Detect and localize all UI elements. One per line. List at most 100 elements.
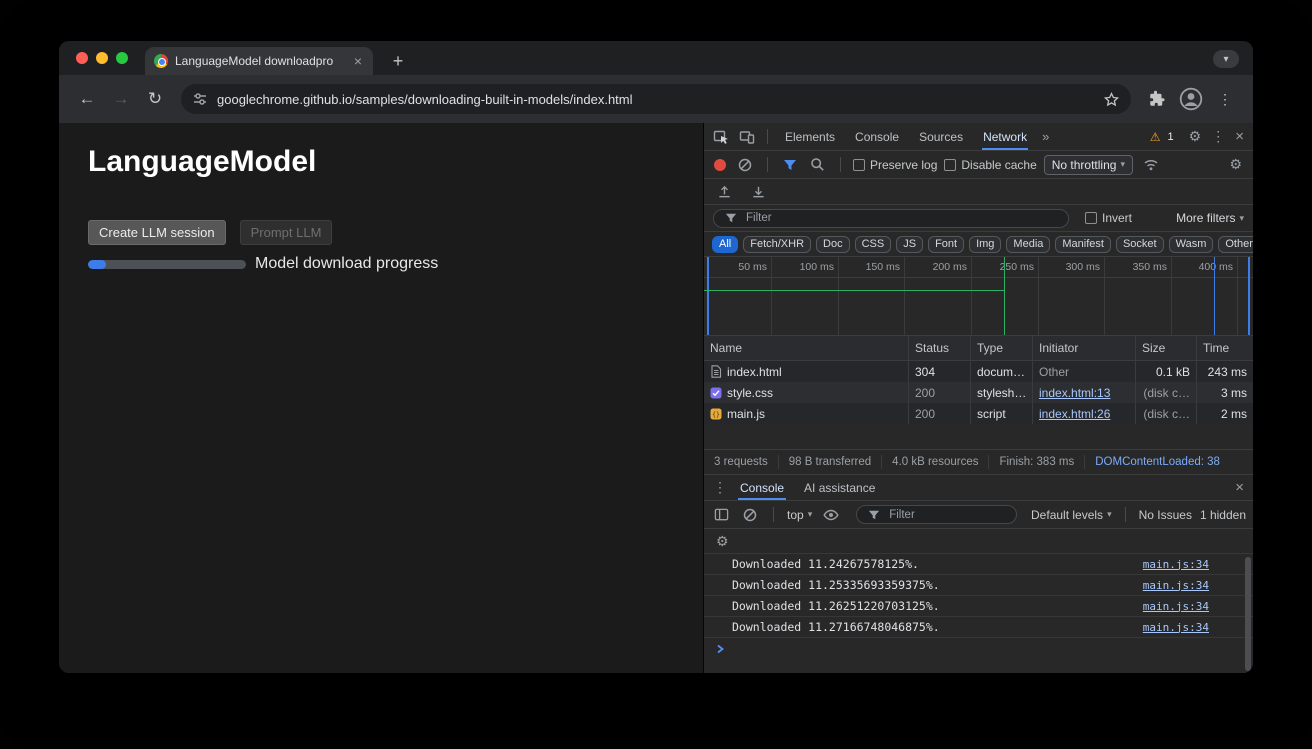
search-icon[interactable] <box>807 157 828 172</box>
devtools-menu-icon[interactable]: ⋮ <box>1208 128 1228 145</box>
devtools-tabbar: Elements Console Sources Network » ⚠ 1 ⚙… <box>704 123 1253 151</box>
column-initiator[interactable]: Initiator <box>1033 336 1136 360</box>
chip-wasm[interactable]: Wasm <box>1169 236 1214 253</box>
invert-checkbox[interactable]: Invert <box>1085 211 1132 225</box>
prompt-llm-button[interactable]: Prompt LLM <box>240 220 333 245</box>
console-source-link[interactable]: main.js:34 <box>1143 579 1209 592</box>
request-type-cell: stylesh… <box>971 382 1033 403</box>
more-tabs-icon[interactable]: » <box>1039 129 1052 144</box>
console-filter-input[interactable] <box>889 509 1008 521</box>
chip-socket[interactable]: Socket <box>1116 236 1164 253</box>
chip-fetch-xhr[interactable]: Fetch/XHR <box>743 236 811 253</box>
log-levels-select[interactable]: Default levels ▾ <box>1031 508 1112 522</box>
drawer-menu-icon[interactable]: ⋮ <box>710 479 730 496</box>
column-status[interactable]: Status <box>909 336 971 360</box>
context-value: top <box>787 508 804 522</box>
bookmark-star-icon[interactable] <box>1103 91 1120 108</box>
devtools-settings-icon[interactable]: ⚙ <box>1186 128 1205 145</box>
chip-manifest[interactable]: Manifest <box>1055 236 1111 253</box>
drawer-tab-console[interactable]: Console <box>730 475 794 500</box>
column-name[interactable]: Name <box>704 336 909 360</box>
console-settings-icon[interactable]: ⚙ <box>713 533 732 550</box>
tab-console[interactable]: Console <box>847 123 907 150</box>
tab-search-button[interactable]: ▾ <box>1213 50 1239 68</box>
device-toolbar-icon[interactable] <box>736 129 758 145</box>
create-llm-session-button[interactable]: Create LLM session <box>88 220 226 245</box>
issues-counter[interactable]: No Issues <box>1139 508 1192 522</box>
network-filter-input[interactable] <box>746 212 1060 224</box>
network-conditions-icon[interactable] <box>1140 157 1162 173</box>
browser-menu-button[interactable]: ⋮ <box>1209 83 1241 115</box>
console-filter-box[interactable] <box>856 505 1017 524</box>
network-request-row[interactable]: index.html 304 docum… Other 0.1 kB 243 m… <box>704 361 1253 382</box>
console-message: Downloaded 11.25335693359375%. main.js:3… <box>704 574 1253 595</box>
throttling-select[interactable]: No throttling ▾ <box>1044 155 1133 175</box>
initiator-link[interactable]: index.html:13 <box>1039 386 1110 400</box>
preserve-log-checkbox[interactable]: Preserve log <box>853 158 937 172</box>
chip-font[interactable]: Font <box>928 236 964 253</box>
tab-close-icon[interactable]: × <box>352 54 364 68</box>
chip-media[interactable]: Media <box>1006 236 1050 253</box>
tab-sources[interactable]: Sources <box>911 123 971 150</box>
chip-other[interactable]: Other <box>1218 236 1253 253</box>
drawer-tab-ai-assistance[interactable]: AI assistance <box>794 475 885 500</box>
chip-js[interactable]: JS <box>896 236 923 253</box>
filter-toggle-icon[interactable] <box>780 158 800 172</box>
request-name: index.html <box>727 365 782 379</box>
network-settings-icon[interactable]: ⚙ <box>1226 156 1245 173</box>
chip-css[interactable]: CSS <box>855 236 892 253</box>
devtools-close-icon[interactable]: × <box>1232 128 1247 145</box>
warning-icon[interactable]: ⚠ <box>1150 130 1161 144</box>
network-filter-box[interactable] <box>713 209 1069 228</box>
inspect-element-icon[interactable] <box>710 129 732 145</box>
console-scrollbar[interactable] <box>1245 557 1251 671</box>
column-size[interactable]: Size <box>1136 336 1197 360</box>
divider <box>773 507 774 522</box>
profile-avatar[interactable] <box>1175 83 1207 115</box>
page-title: LanguageModel <box>88 145 316 179</box>
browser-tab[interactable]: LanguageModel downloadpro × <box>145 47 373 75</box>
drawer-close-icon[interactable]: × <box>1232 479 1247 496</box>
export-har-icon[interactable] <box>748 184 769 199</box>
record-button[interactable] <box>714 159 726 171</box>
back-button[interactable]: ← <box>71 83 103 115</box>
document-file-icon <box>710 365 722 378</box>
clear-console-icon[interactable] <box>740 508 760 522</box>
window-zoom-button[interactable] <box>116 52 128 64</box>
tab-network[interactable]: Network <box>975 123 1035 150</box>
chip-img[interactable]: Img <box>969 236 1001 253</box>
context-selector[interactable]: top ▾ <box>787 508 812 522</box>
console-prompt[interactable] <box>704 637 1253 659</box>
request-type-cell: docum… <box>971 361 1033 382</box>
new-tab-button[interactable]: + <box>385 48 411 74</box>
chip-all[interactable]: All <box>712 236 738 253</box>
checkbox-box <box>944 159 956 171</box>
hidden-messages-count[interactable]: 1 hidden <box>1200 508 1246 522</box>
console-sidebar-icon[interactable] <box>711 507 732 522</box>
extensions-icon[interactable] <box>1141 83 1173 115</box>
column-type[interactable]: Type <box>971 336 1033 360</box>
chip-doc[interactable]: Doc <box>816 236 850 253</box>
console-source-link[interactable]: main.js:34 <box>1143 600 1209 613</box>
network-request-row[interactable]: {} main.js 200 script index.html:26 (dis… <box>704 403 1253 424</box>
request-name-cell: style.css <box>704 382 909 403</box>
import-har-icon[interactable] <box>714 184 735 199</box>
column-time[interactable]: Time <box>1197 336 1253 360</box>
network-request-row[interactable]: style.css 200 stylesh… index.html:13 (di… <box>704 382 1253 403</box>
clear-network-log-icon[interactable] <box>735 158 755 172</box>
site-info-icon[interactable] <box>192 91 208 107</box>
window-minimize-button[interactable] <box>96 52 108 64</box>
forward-button[interactable]: → <box>105 83 137 115</box>
reload-button[interactable]: ↻ <box>139 83 171 115</box>
window-close-button[interactable] <box>76 52 88 64</box>
initiator-link[interactable]: index.html:26 <box>1039 407 1110 421</box>
more-filters-button[interactable]: More filters ▾ <box>1176 211 1244 225</box>
address-bar[interactable]: googlechrome.github.io/samples/downloadi… <box>181 84 1131 114</box>
console-source-link[interactable]: main.js:34 <box>1143 621 1209 634</box>
desktop-background: LanguageModel downloadpro × + ▾ ← → ↻ go… <box>0 0 1312 749</box>
console-source-link[interactable]: main.js:34 <box>1143 558 1209 571</box>
tab-elements[interactable]: Elements <box>777 123 843 150</box>
disable-cache-checkbox[interactable]: Disable cache <box>944 158 1036 172</box>
live-expression-eye-icon[interactable] <box>820 507 842 523</box>
network-timeline-overview[interactable]: 50 ms 100 ms 150 ms 200 ms 250 ms 300 ms… <box>704 257 1253 336</box>
